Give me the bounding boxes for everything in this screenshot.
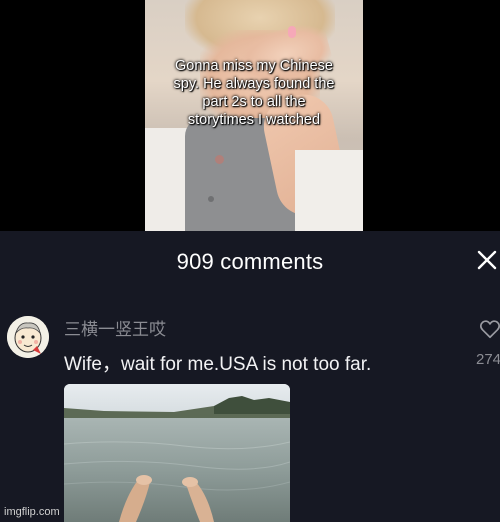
jacket-right xyxy=(295,150,363,231)
caption-line: spy. He always found the xyxy=(173,76,335,92)
shirt-button xyxy=(208,196,214,202)
like-count: 274 xyxy=(476,351,500,368)
caption-line: storytimes I watched xyxy=(187,112,321,128)
caption-line: Gonna miss my Chinese xyxy=(175,58,333,74)
fingernail xyxy=(288,26,296,38)
cartoon-avatar-icon xyxy=(7,316,49,358)
comments-count-title: 909 comments xyxy=(176,249,324,274)
video-frame[interactable]: Gonna miss my Chinese spy. He always fou… xyxy=(145,0,363,231)
close-icon[interactable] xyxy=(474,247,500,273)
comments-panel: 909 comments 三横一竖王哎 Wife，wait for me.USA… xyxy=(0,231,500,522)
heart-outline-icon[interactable] xyxy=(479,318,500,340)
caption-line: part 2s to all the xyxy=(202,94,306,110)
watermark: imgflip.com xyxy=(4,506,60,518)
swimming-in-sea-image xyxy=(64,384,290,522)
comment-image[interactable] xyxy=(64,384,290,522)
comment-username[interactable]: 三横一竖王哎 xyxy=(64,315,166,340)
video-caption: Gonna miss my Chinese spy. He always fou… xyxy=(145,57,363,129)
meme-page: Gonna miss my Chinese spy. He always fou… xyxy=(0,0,500,522)
avatar[interactable] xyxy=(7,316,49,358)
comment-text: Wife，wait for me.USA is not too far. xyxy=(64,354,372,375)
pendant xyxy=(215,155,224,164)
